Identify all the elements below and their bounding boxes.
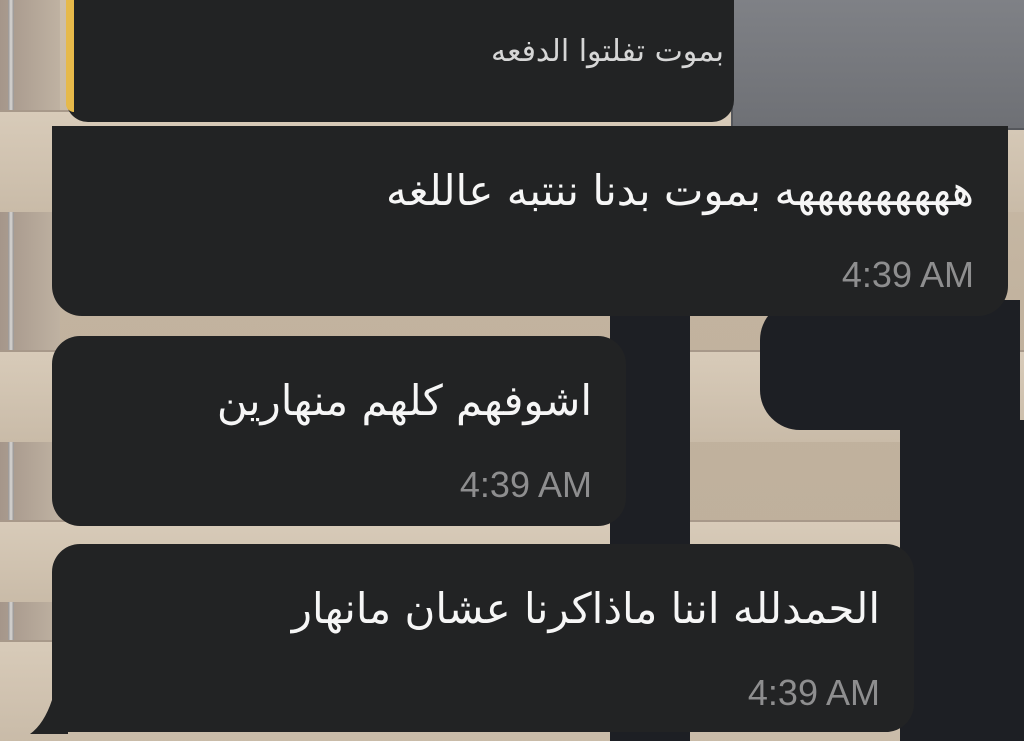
reply-preview-bubble[interactable]: بموت تفلتوا الدفعه — [66, 0, 734, 122]
message-text: اشوفهم كلهم منهارين — [216, 376, 592, 425]
message-bubble[interactable]: اشوفهم كلهم منهارين 4:39 AM — [52, 336, 626, 526]
message-text: الحمدلله اننا ماذاكرنا عشان مانهار — [291, 584, 880, 633]
bubble-tail-icon — [30, 700, 68, 734]
message-timestamp: 4:39 AM — [747, 672, 880, 713]
message-timestamp: 4:39 AM — [459, 464, 592, 505]
background-grey-box — [731, 0, 1024, 130]
background-figure-leg — [760, 300, 1020, 430]
reply-preview-text: بموت تفلتوا الدفعه — [491, 34, 724, 69]
message-text: هههههههههه بموت بدنا ننتبه عاللغه — [386, 166, 974, 215]
background-figure-leg — [900, 420, 1024, 741]
reply-accent-bar — [66, 0, 74, 112]
message-timestamp: 4:39 AM — [841, 254, 974, 295]
message-bubble[interactable]: هههههههههه بموت بدنا ننتبه عاللغه 4:39 A… — [52, 126, 1008, 316]
message-bubble[interactable]: الحمدلله اننا ماذاكرنا عشان مانهار 4:39 … — [52, 544, 914, 732]
